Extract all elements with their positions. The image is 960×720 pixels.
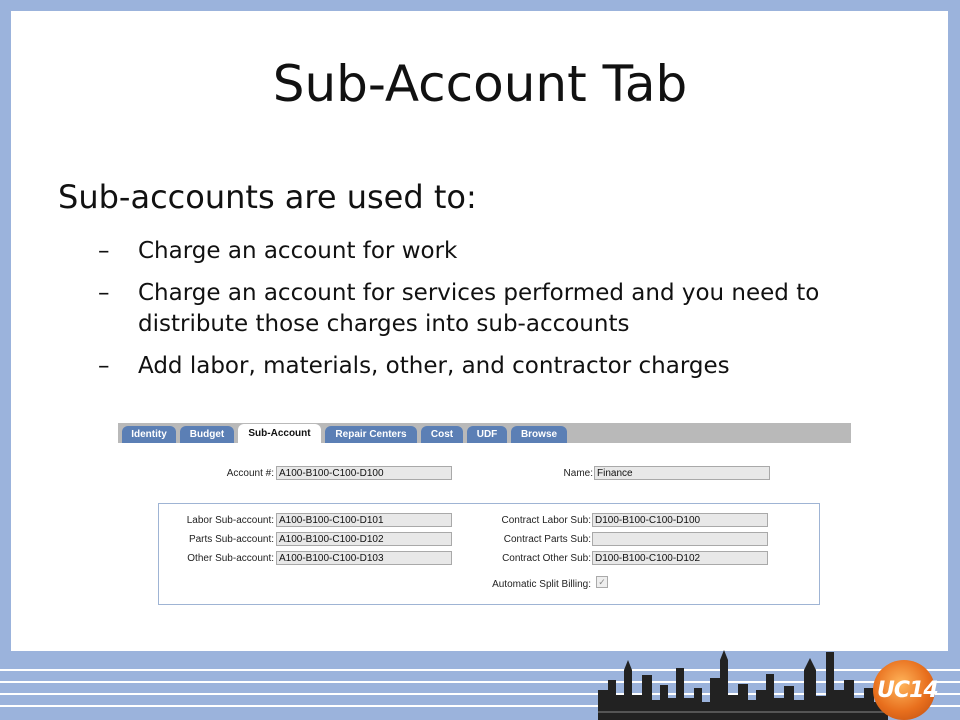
bullet-text: Charge an account for services performed… (138, 280, 820, 337)
lead-text: Sub-accounts are used to: (58, 178, 477, 216)
slide-title: Sub-Account Tab (272, 55, 688, 113)
name-field[interactable]: Finance (594, 466, 770, 480)
tab-browse[interactable]: Browse (511, 426, 567, 443)
tab-budget[interactable]: Budget (180, 426, 234, 443)
parts-sub-label: Parts Sub-account: (188, 534, 274, 545)
other-sub-label: Other Sub-account: (187, 553, 274, 564)
contract-parts-field[interactable] (592, 532, 768, 546)
tab-cost[interactable]: Cost (421, 426, 463, 443)
account-label: Account #: (226, 468, 274, 479)
tab-sub-account[interactable]: Sub-Account (238, 424, 321, 443)
contract-other-label: Contract Other Sub: (502, 553, 591, 564)
bullet-item: – Charge an account for services perform… (98, 278, 918, 340)
bullet-text: Add labor, materials, other, and contrac… (138, 353, 730, 379)
tab-identity[interactable]: Identity (122, 426, 176, 443)
tab-bar: Identity Budget Sub-Account Repair Cente… (118, 423, 851, 443)
auto-split-label: Automatic Split Billing: (492, 579, 591, 590)
contract-parts-label: Contract Parts Sub: (503, 534, 591, 545)
other-sub-field[interactable]: A100-B100-C100-D103 (276, 551, 452, 565)
auto-split-checkbox[interactable]: ✓ (596, 576, 608, 588)
bullet-item: – Add labor, materials, other, and contr… (98, 351, 918, 382)
city-skyline-icon (598, 650, 888, 720)
sub-account-screenshot: Identity Budget Sub-Account Repair Cente… (118, 423, 851, 613)
bullet-text: Charge an account for work (138, 238, 458, 264)
contract-labor-label: Contract Labor Sub: (501, 515, 592, 526)
bullet-marker: – (98, 280, 110, 306)
contract-labor-field[interactable]: D100-B100-C100-D100 (592, 513, 768, 527)
logo-text: UC14 (877, 678, 939, 703)
tab-udf[interactable]: UDF (467, 426, 507, 443)
parts-sub-field[interactable]: A100-B100-C100-D102 (276, 532, 452, 546)
bullet-list: – Charge an account for work – Charge an… (98, 236, 918, 393)
labor-sub-field[interactable]: A100-B100-C100-D101 (276, 513, 452, 527)
bullet-marker: – (98, 238, 110, 264)
contract-other-field[interactable]: D100-B100-C100-D102 (592, 551, 768, 565)
tab-repair-centers[interactable]: Repair Centers (325, 426, 417, 443)
account-field[interactable]: A100-B100-C100-D100 (276, 466, 452, 480)
name-label: Name: (563, 468, 593, 479)
bullet-marker: – (98, 353, 110, 379)
labor-sub-label: Labor Sub-account: (186, 515, 274, 526)
bullet-item: – Charge an account for work (98, 236, 918, 267)
